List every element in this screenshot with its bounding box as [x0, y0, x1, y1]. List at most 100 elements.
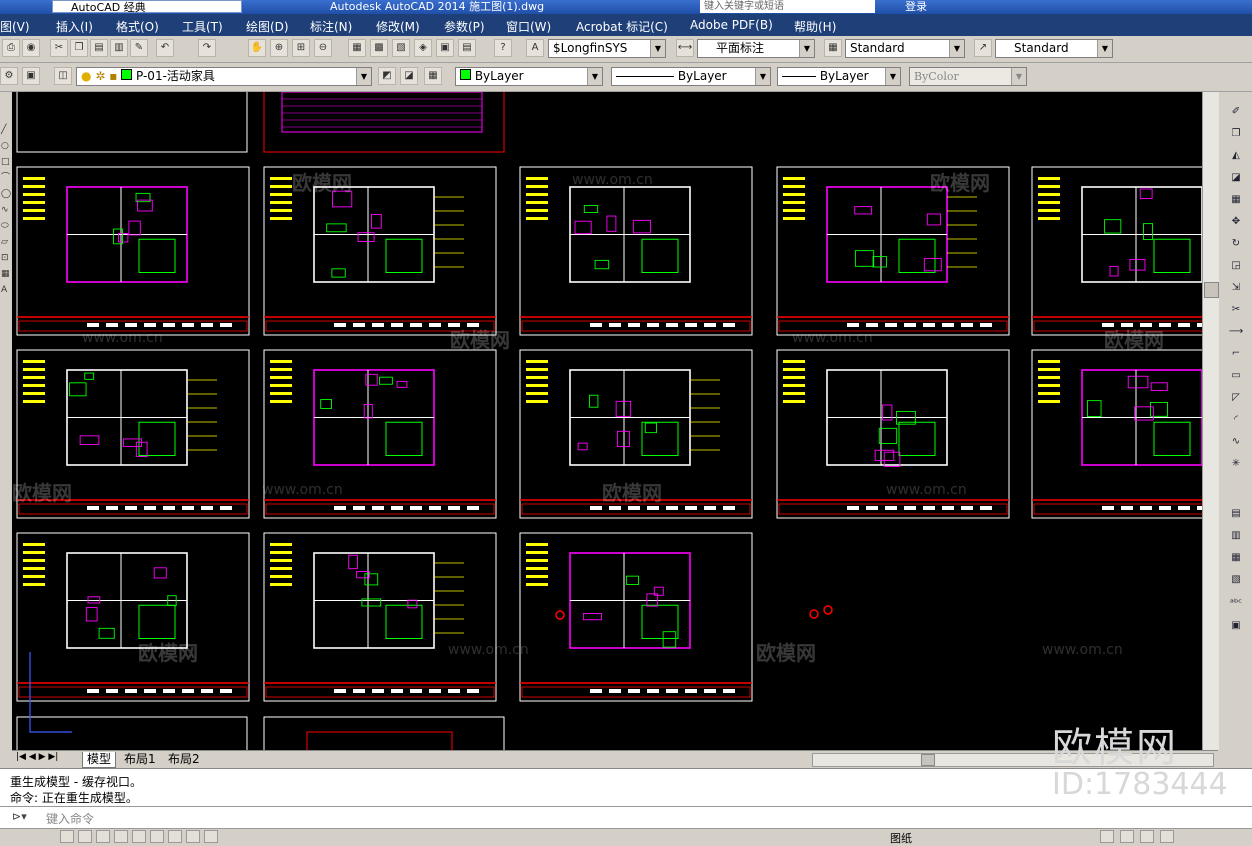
copy-base-icon[interactable]: ▥ — [110, 39, 128, 57]
move-icon[interactable]: ✥ — [1227, 214, 1245, 230]
array-icon[interactable]: ▦ — [1227, 192, 1245, 208]
menu-modify[interactable]: 修改(M) — [376, 18, 420, 35]
match-properties-icon[interactable]: ✎ — [130, 39, 148, 57]
draw-tools-icon[interactable]: ╱ ○ □ ⌒ ◯ ∿ ⬭ ▱ ⊡ ▦ A — [1, 122, 11, 298]
rotate-icon[interactable]: ↻ — [1227, 236, 1245, 252]
zoom-previous-icon[interactable]: ⊖ — [314, 39, 332, 57]
text-front-icon[interactable]: ▧ — [1227, 572, 1245, 588]
properties-icon[interactable]: ▦ — [348, 39, 366, 57]
menu-adobe-pdf[interactable]: Adobe PDF(B) — [690, 18, 773, 32]
tool-palettes-icon[interactable]: ▧ — [392, 39, 410, 57]
polar-icon[interactable] — [114, 830, 128, 843]
extend-icon[interactable]: ⟶ — [1227, 324, 1245, 340]
stretch-icon[interactable]: ⇲ — [1227, 280, 1245, 296]
menu-window[interactable]: 窗口(W) — [506, 18, 551, 35]
explode-icon[interactable]: ✳ — [1227, 456, 1245, 472]
layer-previous-icon[interactable]: ◪ — [400, 67, 418, 85]
tab-model[interactable]: 模型 — [82, 752, 117, 768]
text-style-select[interactable]: $LongfinSYS ▼ — [548, 39, 666, 58]
scroll-thumb[interactable] — [1204, 282, 1219, 298]
dyn-icon[interactable] — [186, 830, 200, 843]
tab-nav-icon[interactable]: |◀ ◀ ▶ ▶| — [16, 752, 58, 762]
design-center-icon[interactable]: ▩ — [370, 39, 388, 57]
cut-icon[interactable]: ✂ — [50, 39, 68, 57]
menu-tools[interactable]: 工具(T) — [182, 18, 223, 35]
layer-properties-icon[interactable]: ◫ — [54, 67, 72, 85]
paste-icon[interactable]: ▤ — [90, 39, 108, 57]
hardware-icon[interactable] — [1140, 830, 1154, 843]
grid-icon[interactable] — [60, 830, 74, 843]
multileader-style-select[interactable]: Standard ▼ — [995, 39, 1113, 58]
lwt-icon[interactable] — [204, 830, 218, 843]
osnap-icon[interactable] — [132, 830, 146, 843]
text-style-icon[interactable]: A — [526, 39, 544, 57]
login-button[interactable]: 登录 — [905, 0, 927, 13]
find-icon[interactable]: ▣ — [1227, 618, 1245, 634]
dim-style-icon[interactable]: ⟷ — [676, 39, 694, 57]
plotstyle-select[interactable]: ByColor ▼ — [909, 67, 1027, 86]
multileader-style-icon[interactable]: ↗ — [974, 39, 992, 57]
blend-icon[interactable]: ∿ — [1227, 434, 1245, 450]
tab-layout2[interactable]: 布局2 — [164, 752, 204, 767]
color-select[interactable]: ByLayer ▼ — [455, 67, 603, 86]
command-input[interactable]: 键入命令 — [46, 810, 94, 827]
vertical-scrollbar[interactable] — [1202, 92, 1219, 750]
layer-select[interactable]: ● ✲ ▪ P-01-活动家具 ▼ — [76, 67, 372, 86]
trim-icon[interactable]: ✂ — [1227, 302, 1245, 318]
pan-icon[interactable]: ✋ — [248, 39, 266, 57]
tab-layout1[interactable]: 布局1 — [120, 752, 160, 767]
lock-icon[interactable] — [1120, 830, 1134, 843]
layer-iso-icon[interactable]: ▦ — [424, 67, 442, 85]
chamfer-icon[interactable]: ◸ — [1227, 390, 1245, 406]
copy-object-icon[interactable]: ❐ — [1227, 126, 1245, 142]
erase-icon[interactable]: ✐ — [1227, 104, 1245, 120]
mirror-icon[interactable]: ◭ — [1227, 148, 1245, 164]
table-style-icon[interactable]: ▦ — [824, 39, 842, 57]
drawing-canvas[interactable]: www.om.cn 欧模网 欧模网 www.om.cn www.om.cn 欧模… — [12, 92, 1202, 750]
ducs-icon[interactable] — [168, 830, 182, 843]
sheet-set-icon[interactable]: ◈ — [414, 39, 432, 57]
search-input[interactable]: 键入关键字或短语 — [700, 0, 875, 13]
menu-parametric[interactable]: 参数(P) — [444, 18, 485, 35]
menu-insert[interactable]: 插入(I) — [56, 18, 93, 35]
zoom-realtime-icon[interactable]: ⊕ — [270, 39, 288, 57]
isolate-icon[interactable] — [1160, 830, 1174, 843]
send-back-icon[interactable]: ▦ — [1227, 550, 1245, 566]
table-style-select[interactable]: Standard ▼ — [845, 39, 965, 58]
workspace-icon[interactable] — [1100, 830, 1114, 843]
snap-icon[interactable] — [78, 830, 92, 843]
join-icon[interactable]: ▭ — [1227, 368, 1245, 384]
otrack-icon[interactable] — [150, 830, 164, 843]
break-icon[interactable]: ⌐ — [1227, 346, 1245, 362]
abc-icon[interactable]: ᵃᵇᶜ — [1227, 596, 1245, 612]
layer-states-icon[interactable]: ▣ — [22, 67, 40, 85]
copy-icon[interactable]: ❐ — [70, 39, 88, 57]
menu-draw[interactable]: 绘图(D) — [246, 18, 289, 35]
print-icon[interactable]: ⎙ — [2, 39, 20, 57]
menu-view[interactable]: 图(V) — [0, 18, 30, 35]
help-icon[interactable]: ? — [494, 39, 512, 57]
workspace-selector[interactable]: AutoCAD 经典 — [52, 0, 242, 14]
zoom-window-icon[interactable]: ⊞ — [292, 39, 310, 57]
publish-icon[interactable]: ◉ — [22, 39, 40, 57]
gear-icon[interactable]: ⚙ — [0, 67, 18, 85]
markup-icon[interactable]: ▣ — [436, 39, 454, 57]
menu-help[interactable]: 帮助(H) — [794, 18, 836, 35]
offset-icon[interactable]: ◪ — [1227, 170, 1245, 186]
undo-icon[interactable]: ↶ — [156, 39, 174, 57]
redo-icon[interactable]: ↷ — [198, 39, 216, 57]
scale-icon[interactable]: ◲ — [1227, 258, 1245, 274]
ortho-icon[interactable] — [96, 830, 110, 843]
menu-dimension[interactable]: 标注(N) — [310, 18, 352, 35]
bring-front-icon[interactable]: ▥ — [1227, 528, 1245, 544]
make-current-icon[interactable]: ◩ — [378, 67, 396, 85]
menu-format[interactable]: 格式(O) — [116, 18, 159, 35]
scroll-thumb[interactable] — [921, 754, 935, 766]
dim-style-select[interactable]: 平面标注 ▼ — [697, 39, 815, 58]
fillet-icon[interactable]: ◜ — [1227, 412, 1245, 428]
menu-acrobat[interactable]: Acrobat 标记(C) — [576, 18, 668, 35]
lineweight-select[interactable]: ByLayer ▼ — [777, 67, 901, 86]
draworder-icon[interactable]: ▤ — [1227, 506, 1245, 522]
calculator-icon[interactable]: ▤ — [458, 39, 476, 57]
linetype-select[interactable]: ByLayer ▼ — [611, 67, 771, 86]
